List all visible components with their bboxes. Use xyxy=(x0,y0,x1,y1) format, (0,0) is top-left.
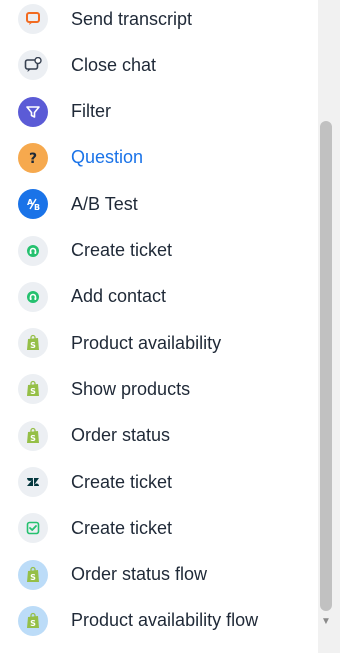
menu-item-label: Create ticket xyxy=(71,517,173,538)
filter-icon xyxy=(18,96,48,127)
svg-text:S: S xyxy=(30,387,36,396)
menu-item-add-contact[interactable]: Add contact xyxy=(0,274,318,320)
freshdesk-icon xyxy=(18,235,48,266)
menu-item-label: Create ticket xyxy=(71,240,173,260)
node-type-menu: Send transcript Close chat Filter? Question… xyxy=(0,0,318,653)
menu-item-product-availability[interactable]: S Product availability xyxy=(0,320,318,366)
svg-text:S: S xyxy=(30,573,36,582)
shopify-bag-icon: S xyxy=(18,328,48,359)
shopify-bag-icon: S xyxy=(18,374,48,405)
svg-text:S: S xyxy=(30,619,36,628)
question-icon: ? xyxy=(18,142,48,173)
menu-item-order-status[interactable]: S Order status xyxy=(0,413,318,459)
svg-text:?: ? xyxy=(29,151,37,166)
menu-item-label: Send transcript xyxy=(71,8,193,29)
shopify-bag-icon: S xyxy=(18,420,48,451)
shopify-bag-icon: S xyxy=(18,559,48,590)
menu-item-create-ticket[interactable]: Create ticket xyxy=(0,505,318,551)
menu-item-label: Close chat xyxy=(71,54,157,75)
menu-item-label: Order status xyxy=(71,425,171,446)
menu-item-product-availability-flow[interactable]: S Product availability flow xyxy=(0,598,318,644)
freshdesk-icon xyxy=(18,281,48,312)
svg-text:A: A xyxy=(27,198,34,207)
menu-item-label: Product availability xyxy=(71,332,222,353)
svg-text:S: S xyxy=(30,341,36,350)
menu-item-create-ticket[interactable]: Create ticket xyxy=(0,228,318,274)
menu-item-label: Show products xyxy=(71,378,191,399)
menu-item-question[interactable]: ? Question xyxy=(0,135,318,181)
menu-item-create-ticket[interactable]: Create ticket xyxy=(0,459,318,505)
menu-item-filter[interactable]: Filter xyxy=(0,89,318,135)
svg-text:B: B xyxy=(34,203,40,212)
menu-item-a-b-test[interactable]: A B A/B Test xyxy=(0,181,318,227)
svg-text:S: S xyxy=(30,434,36,443)
zendesk-icon xyxy=(18,467,48,497)
menu-item-label: Order status flow xyxy=(71,564,208,585)
chat-close-icon xyxy=(18,50,48,81)
menu-item-send-transcript[interactable]: Send transcript xyxy=(0,0,318,42)
scrollbar-thumb[interactable] xyxy=(320,121,332,611)
menu-item-show-products[interactable]: S Show products xyxy=(0,366,318,412)
chat-bubble-icon xyxy=(18,4,48,34)
ticket-check-icon xyxy=(18,513,48,544)
menu-item-label: Question xyxy=(71,147,144,168)
ab-test-icon: AB xyxy=(18,189,48,220)
menu-item-label: Add contact xyxy=(71,286,167,307)
menu-item-order-status-flow[interactable]: S Order status flow xyxy=(0,552,318,598)
menu-item-label: Create ticket xyxy=(71,471,173,492)
menu-item-close-chat[interactable]: Close chat xyxy=(0,42,318,88)
shopify-bag-icon: S xyxy=(18,605,48,636)
menu-item-label: Filter xyxy=(71,101,111,122)
menu-item-label: A/B Test xyxy=(71,193,138,214)
menu-item-label: Product availability flow xyxy=(71,610,259,631)
scroll-down-arrow[interactable]: ▼ xyxy=(320,614,332,628)
